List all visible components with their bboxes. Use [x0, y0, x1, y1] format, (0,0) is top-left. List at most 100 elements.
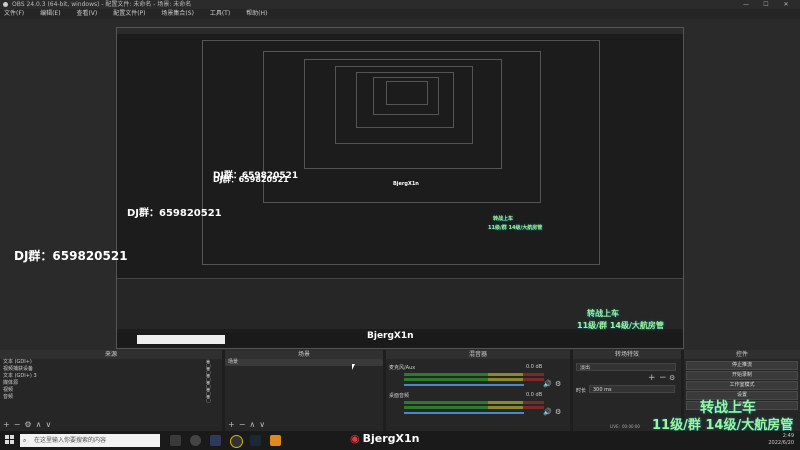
preview-canvas[interactable]: DJ群：659820521 BjergX1n 转战上车 11级/群 14级/大航…	[0, 19, 800, 350]
source-label: 文本 (GDI+) 3	[3, 373, 37, 379]
app-taskbar-icon[interactable]	[230, 435, 243, 448]
overlay-line2-level3: 11级/群 14级/大航房管	[488, 225, 543, 231]
gear-icon[interactable]: ⚙	[24, 420, 35, 429]
obs-app-icon	[3, 2, 8, 7]
scenes-header: 场景	[225, 350, 383, 359]
volume-meter	[404, 406, 544, 409]
menu-help[interactable]: 帮助(H)	[246, 10, 267, 17]
windows-start-icon[interactable]	[5, 435, 15, 445]
nested-preview-4	[304, 59, 502, 169]
eye-lock-icon[interactable]: ◉ ▢	[206, 381, 216, 390]
nested-preview-7	[373, 77, 439, 115]
menu-bar: 文件(F) 编辑(E) 查看(V) 配置文件(P) 场景集合(S) 工具(T) …	[0, 9, 800, 19]
mixer-track-name: 桌面音频	[389, 393, 410, 399]
weibo-icon: ◉	[350, 432, 360, 445]
menu-profile[interactable]: 配置文件(P)	[113, 10, 145, 17]
duration-label: 时长	[576, 388, 587, 394]
app-taskbar-icon[interactable]	[270, 435, 281, 446]
watermark-level2: BjergX1n	[367, 331, 414, 341]
maximize-button[interactable]: ☐	[758, 0, 774, 9]
up-icon[interactable]: ∧	[249, 420, 259, 429]
mixer-track-db: 0.0 dB	[526, 364, 543, 370]
overlay-line1-level3: 转战上车	[493, 216, 514, 222]
nested-titlebar	[117, 28, 683, 34]
eye-lock-icon[interactable]: ◉ ▢	[206, 367, 216, 376]
gear-icon[interactable]: ⚙	[555, 380, 561, 388]
source-label: 媒体源	[3, 380, 19, 386]
down-icon[interactable]: ∨	[45, 420, 55, 429]
menu-view[interactable]: 查看(V)	[76, 10, 97, 17]
nested-preview-2: DJ群：659820521 BjergX1n 转战上车 11级/群 14级/大航…	[202, 40, 600, 265]
menu-tools[interactable]: 工具(T)	[210, 10, 230, 17]
taskview-icon[interactable]	[170, 435, 181, 446]
volume-meter	[404, 373, 544, 376]
add-icon[interactable]: +	[648, 373, 656, 383]
nested-preview-8	[386, 81, 428, 105]
source-item[interactable]: 视频 ◉ ▢	[0, 387, 222, 397]
sources-header: 来源	[0, 350, 222, 359]
sources-panel: 文本 (GDI+) ◉ ▢ 视频捕获设备 ◉ ▢ 文本 (GDI+) 3 ◉ ▢ 媒体…	[0, 359, 222, 431]
mixer-header: 混音器	[386, 350, 570, 359]
transition-type-select[interactable]: 淡出	[576, 363, 676, 371]
volume-slider[interactable]	[404, 384, 524, 386]
source-item[interactable]: 视频捕获设备 ◉ ▢	[0, 366, 222, 376]
mixer-track-db: 0.0 dB	[526, 392, 543, 398]
speaker-icon[interactable]: 🔊	[543, 408, 552, 416]
nested-preview-5	[335, 66, 473, 144]
weibo-watermark: ◉ BjergX1n	[350, 432, 420, 445]
controls-header: 控件	[684, 350, 800, 359]
eye-lock-icon[interactable]: ◉ ▢	[206, 360, 216, 369]
search-placeholder: 在这里输入你要搜索的内容	[34, 437, 107, 444]
eye-lock-icon[interactable]: ◉ ▢	[206, 374, 216, 383]
obs-taskbar-icon[interactable]	[190, 435, 201, 446]
minimize-button[interactable]: —	[738, 0, 754, 9]
nested-preview-6	[356, 72, 454, 128]
up-icon[interactable]: ∧	[36, 420, 46, 429]
menu-file[interactable]: 文件(F)	[4, 10, 24, 17]
remove-icon[interactable]: −	[14, 420, 25, 429]
duration-input[interactable]: 300 ms	[589, 385, 675, 393]
stop-streaming-button[interactable]: 停止推流	[686, 361, 798, 370]
eye-lock-icon[interactable]: ◉ ▢	[206, 395, 216, 404]
volume-meter	[404, 401, 544, 404]
steam-taskbar-icon[interactable]	[250, 435, 261, 446]
scene-item[interactable]: 场景	[225, 359, 383, 366]
remove-icon[interactable]: −	[239, 420, 250, 429]
taskbar-clock[interactable]: 2:49 2022/6/20	[768, 433, 794, 447]
add-icon[interactable]: +	[228, 420, 239, 429]
live-time: 00:00:00	[622, 424, 640, 429]
source-label: 视频	[3, 387, 14, 393]
remove-icon[interactable]: −	[659, 373, 667, 383]
eye-lock-icon[interactable]: ◉ ▢	[206, 388, 216, 397]
mixer-panel: 麦克风/Aux 0.0 dB 🔊 ⚙ 桌面音频 0.0 dB 🔊 ⚙	[386, 359, 570, 431]
clock-time: 2:49	[782, 433, 794, 439]
mouse-cursor	[352, 364, 358, 370]
mixer-track-name: 麦克风/Aux	[389, 365, 416, 371]
sources-toolbar: +−⚙∧∨	[3, 420, 55, 429]
studio-mode-button[interactable]: 工作室模式	[686, 381, 798, 390]
source-label: 文本 (GDI+)	[3, 359, 32, 365]
source-item[interactable]: 文本 (GDI+) ◉ ▢	[0, 359, 222, 369]
taskbar-search-input[interactable]: ⌕ 在这里输入你要搜索的内容	[20, 434, 160, 447]
volume-slider[interactable]	[404, 412, 524, 414]
watermark-level4: BjergX1n	[393, 181, 419, 187]
add-icon[interactable]: +	[3, 420, 14, 429]
clock-date: 2022/6/20	[768, 440, 794, 446]
volume-meter	[404, 378, 544, 381]
speaker-icon[interactable]: 🔊	[543, 380, 552, 388]
down-icon[interactable]: ∨	[259, 420, 269, 429]
menu-edit[interactable]: 编辑(E)	[40, 10, 60, 17]
gear-icon[interactable]: ⚙	[555, 408, 561, 416]
source-item[interactable]: 音频 ◉ ▢	[0, 394, 222, 404]
gear-icon[interactable]: ⚙	[669, 374, 675, 382]
transitions-header: 转场特效	[573, 350, 681, 359]
title-bar: OBS 24.0.3 (64-bit, windows) - 配置文件: 未命名…	[0, 0, 800, 9]
source-label: 音频	[3, 394, 14, 400]
source-item[interactable]: 文本 (GDI+) 3 ◉ ▢	[0, 373, 222, 383]
window-title: OBS 24.0.3 (64-bit, windows) - 配置文件: 未命名…	[12, 1, 192, 8]
menu-scene-collection[interactable]: 场景集合(S)	[161, 10, 194, 17]
app-taskbar-icon[interactable]	[210, 435, 221, 446]
close-button[interactable]: ✕	[778, 0, 794, 9]
start-recording-button[interactable]: 开始录制	[686, 371, 798, 380]
source-item[interactable]: 媒体源 ◉ ▢	[0, 380, 222, 390]
